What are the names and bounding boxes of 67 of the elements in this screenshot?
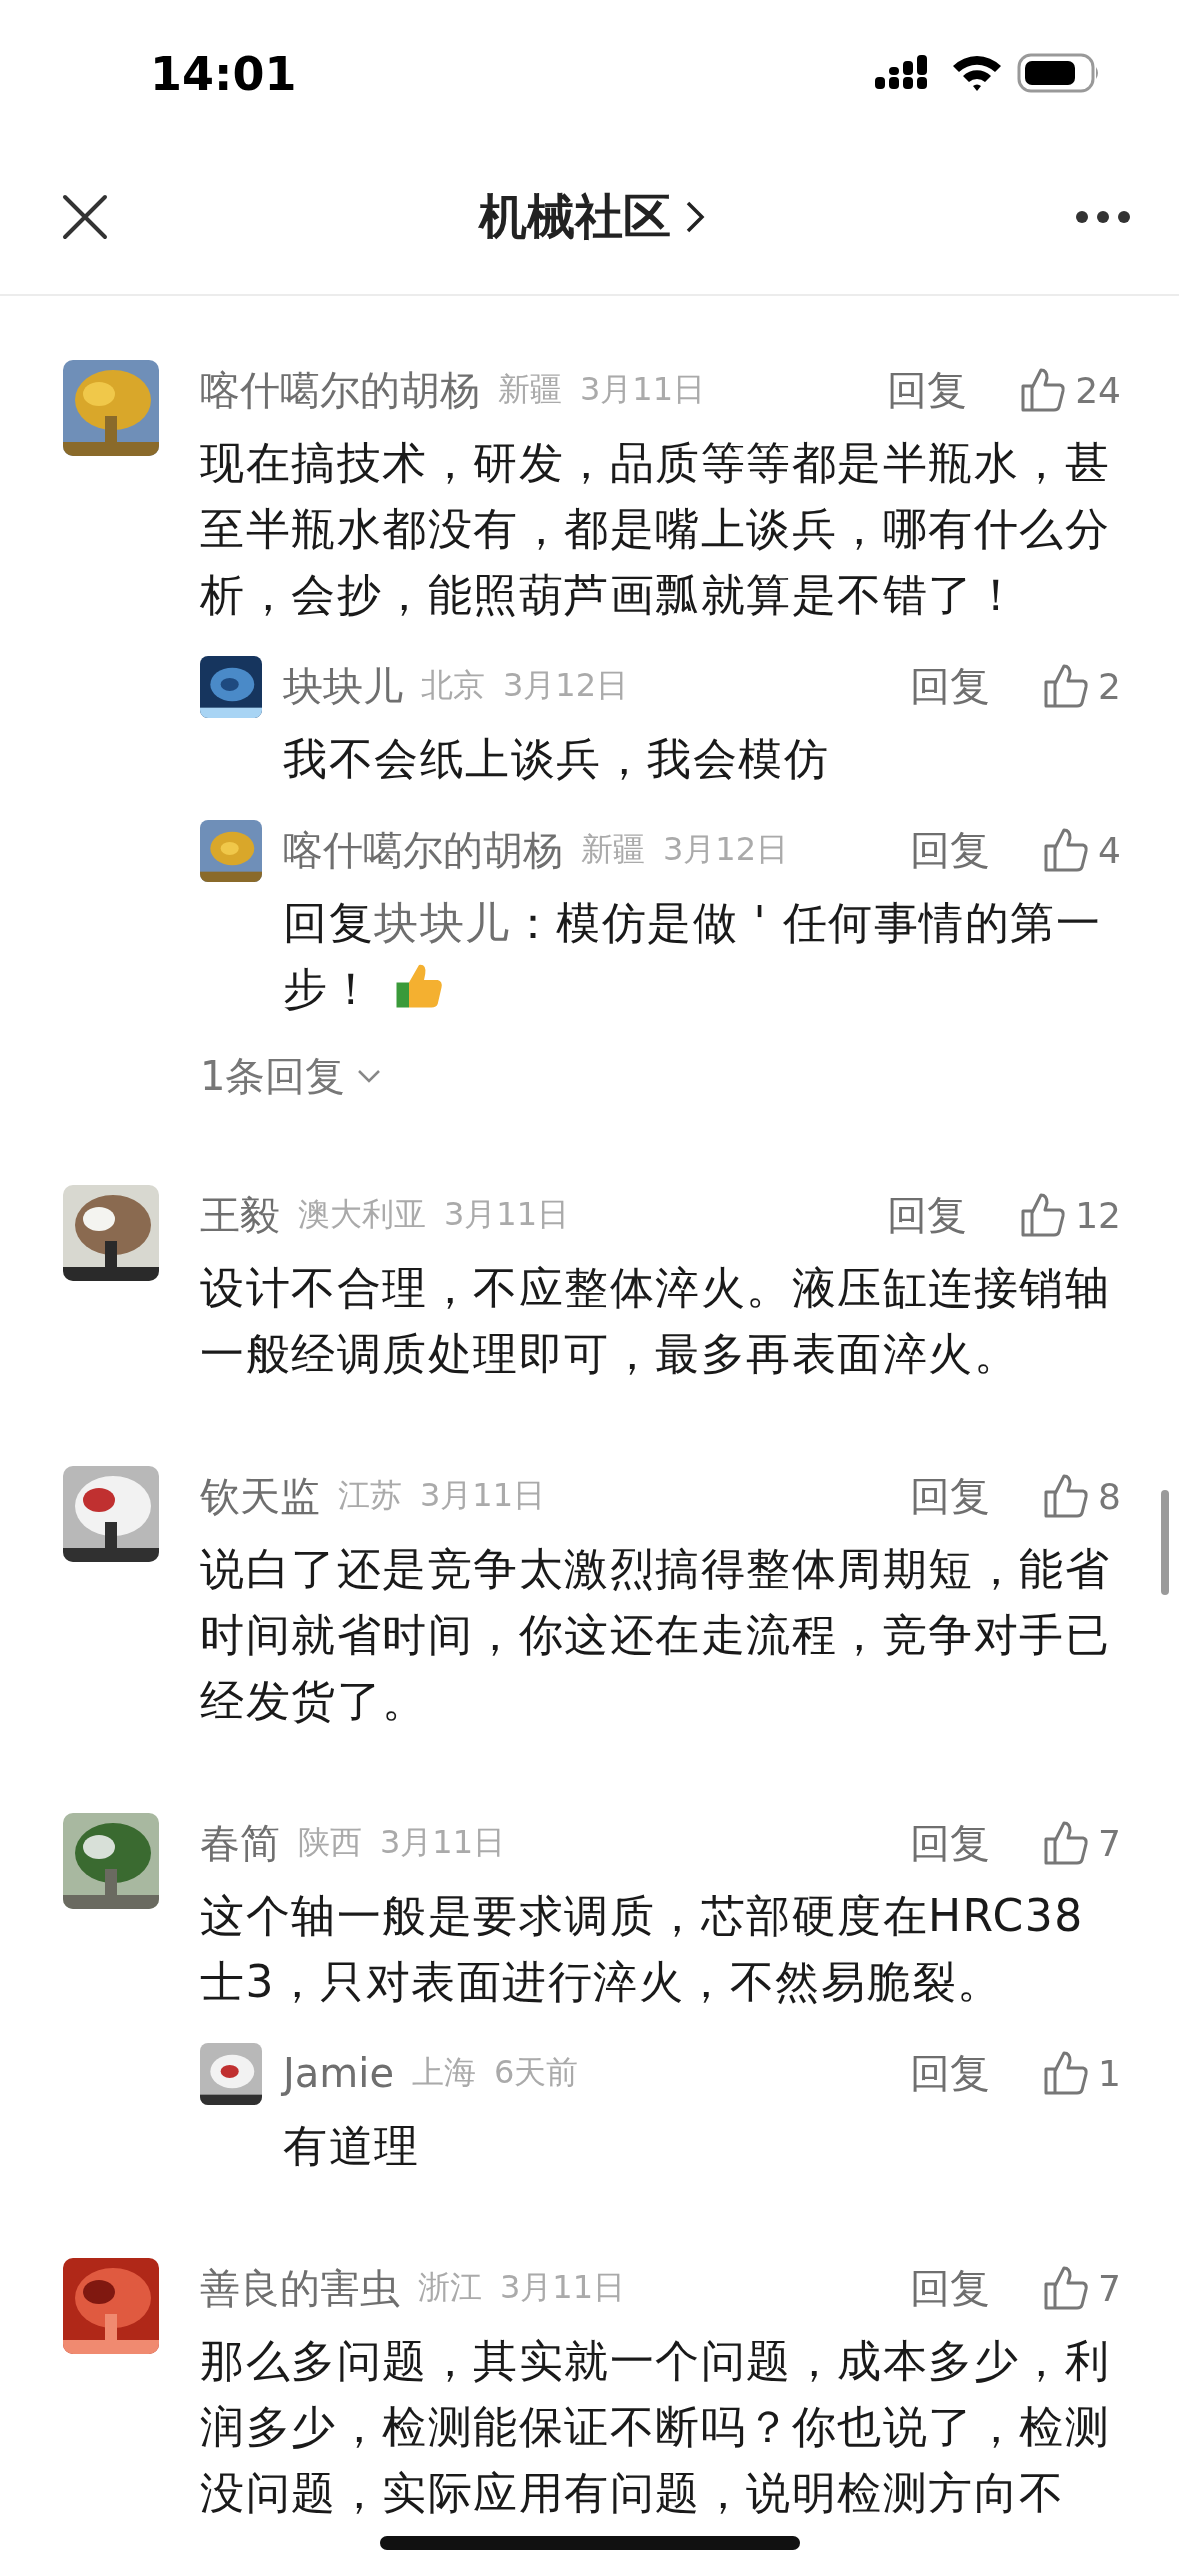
thumbs-up-icon [1042,662,1091,710]
comment-date: 3月12日 [503,665,629,706]
like-button[interactable]: 24 [1019,366,1121,414]
user-region: 澳大利亚 [298,1194,426,1235]
like-button[interactable]: 2 [1042,662,1121,710]
comment-text: 说白了还是竞争太激烈搞得整体周期短，能省时间就省时间，你这还在走流程，竞争对手已经发货了。 [200,1542,1111,1728]
comment-text: 那么多问题，其实就一个问题，成本多少，利润多少，检测能保证不断吗？你也说了，检测没问题，实际应用有问题，说明检测方向不 [200,2334,1111,2520]
more-icon[interactable] [1075,210,1131,224]
comment-date: 3月11日 [420,1475,546,1516]
like-button[interactable]: 7 [1042,1819,1121,1867]
like-button[interactable]: 12 [1019,1191,1121,1239]
reply-button[interactable]: 回复 [887,362,968,418]
like-button[interactable]: 4 [1042,826,1121,874]
thumbs-up-icon [1042,2264,1091,2312]
user-region: 陕西 [298,1822,362,1863]
thumbs-up-icon [1019,366,1068,414]
comment-text: 现在搞技术，研发，品质等等都是半瓶水，甚至半瓶水都没有，都是嘴上谈兵，哪有什么分析，会抄，能照葫芦画瓢就算是不错了！ [200,436,1111,622]
reply-text: 回复块块儿：模仿是做 ' 任何事情的第一步！ [283,896,1103,1016]
user-name[interactable]: 善良的害虫 [200,2260,400,2316]
reply-button[interactable]: 回复 [910,822,991,878]
user-region: 新疆 [498,369,562,410]
comment-date: 3月11日 [580,369,706,410]
comment-date: 3月12日 [663,829,789,870]
user-region: 江苏 [338,1475,402,1516]
battery-icon [1017,53,1101,93]
wifi-icon [951,54,1003,92]
status-time: 14:01 [150,47,297,101]
reply-button[interactable]: 回复 [910,1815,991,1871]
user-region: 新疆 [581,829,645,870]
thumbs-up-icon [1042,1819,1091,1867]
reply-button[interactable]: 回复 [910,2260,991,2316]
thumbs-up-icon [1019,1191,1068,1239]
thumbs-up-icon [1042,826,1091,874]
user-region: 北京 [421,665,485,706]
user-region: 上海 [412,2052,476,2093]
comment-date: 3月11日 [444,1194,570,1235]
mention-link[interactable]: 块块儿 [374,897,511,948]
user-name[interactable]: 块块儿 [283,658,403,714]
comment-date: 3月11日 [380,1822,506,1863]
expand-replies-link[interactable]: 1条回复 [200,1046,382,1106]
user-name[interactable]: 钦天监 [200,1468,320,1524]
reply-text: 有道理 [283,2119,421,2173]
page-title[interactable]: 机械社区 [478,185,671,249]
comment-text: 设计不合理，不应整体淬火。液压缸连接销轴一般经调质处理即可，最多再表面淬火。 [200,1261,1111,1381]
comment-date: 3月11日 [500,2267,626,2308]
reply-text: 我不会纸上谈兵，我会模仿 [283,732,830,786]
thumbs-up-icon [1042,1472,1091,1520]
comment-date: 6天前 [494,2052,579,2093]
user-name[interactable]: 喀什噶尔的胡杨 [283,822,563,878]
like-button[interactable]: 8 [1042,1472,1121,1520]
reply-button[interactable]: 回复 [910,2045,991,2101]
like-button[interactable]: 1 [1042,2049,1121,2097]
reply-button[interactable]: 回复 [887,1187,968,1243]
reply-button[interactable]: 回复 [910,1468,991,1524]
reply-button[interactable]: 回复 [910,658,991,714]
user-region: 浙江 [418,2267,482,2308]
thumbs-up-icon [1042,2049,1091,2097]
chevron-down-icon [357,1069,382,1083]
scrollbar[interactable] [1161,1490,1169,1595]
user-name[interactable]: 春简 [200,1815,280,1871]
user-name[interactable]: 喀什噶尔的胡杨 [200,362,480,418]
like-button[interactable]: 7 [1042,2264,1121,2312]
user-name[interactable]: 王毅 [200,1187,280,1243]
close-icon[interactable] [62,194,108,240]
chevron-right-icon[interactable] [684,200,705,234]
comment-text: 这个轴一般是要求调质，芯部硬度在HRC38士3，只对表面进行淬火，不然易脆裂。 [200,1889,1085,2009]
user-name[interactable]: Jamie [283,2050,394,2096]
